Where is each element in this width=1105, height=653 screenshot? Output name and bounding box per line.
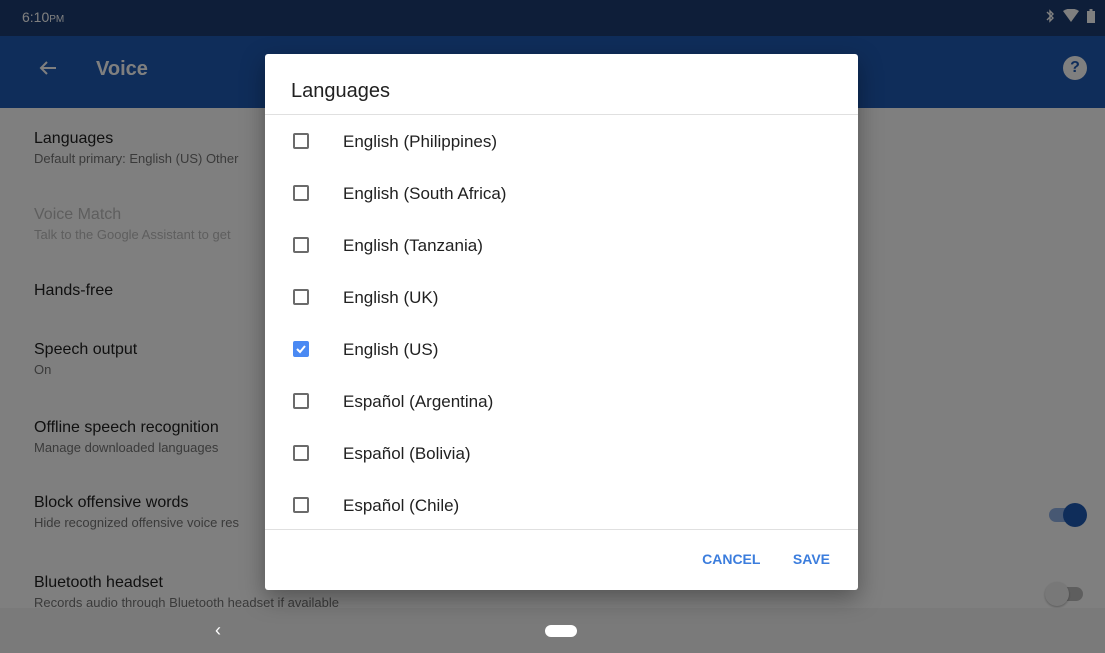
language-label: Español (Bolivia) [343, 444, 471, 463]
language-item[interactable]: English (Tanzania) [265, 219, 858, 271]
language-label: English (UK) [343, 288, 439, 307]
checkbox[interactable] [293, 133, 309, 149]
language-item[interactable]: English (South Africa) [265, 167, 858, 219]
dialog-actions: CANCEL SAVE [674, 551, 830, 569]
nav-home-icon[interactable] [545, 625, 577, 637]
checkbox[interactable] [293, 237, 309, 253]
language-label: English (Tanzania) [343, 236, 483, 255]
language-item[interactable]: English (UK) [265, 271, 858, 323]
checkbox[interactable] [293, 289, 309, 305]
checkbox[interactable] [293, 341, 309, 357]
language-item[interactable]: Español (Chile) [265, 479, 858, 529]
dialog-title: Languages [291, 80, 390, 102]
language-label: English (South Africa) [343, 184, 507, 203]
language-list[interactable]: English (Philippines) English (South Afr… [265, 115, 858, 529]
navigation-bar: ‹ [0, 608, 1105, 653]
nav-back-icon[interactable]: ‹ [215, 620, 221, 641]
checkbox[interactable] [293, 497, 309, 513]
dialog-divider-bottom [265, 529, 858, 530]
language-label: Español (Chile) [343, 496, 460, 515]
language-item[interactable]: English (Philippines) [265, 115, 858, 167]
save-button[interactable]: SAVE [793, 551, 830, 567]
language-label: English (Philippines) [343, 132, 498, 151]
checkbox[interactable] [293, 393, 309, 409]
language-label: English (US) [343, 340, 439, 359]
language-label: Español (Argentina) [343, 392, 494, 411]
checkbox[interactable] [293, 185, 309, 201]
languages-dialog: Languages English (Philippines) English … [265, 54, 858, 590]
language-item[interactable]: Español (Bolivia) [265, 427, 858, 479]
cancel-button[interactable]: CANCEL [702, 551, 760, 567]
checkbox[interactable] [293, 445, 309, 461]
language-item[interactable]: Español (Argentina) [265, 375, 858, 427]
language-item[interactable]: English (US) [265, 323, 858, 375]
